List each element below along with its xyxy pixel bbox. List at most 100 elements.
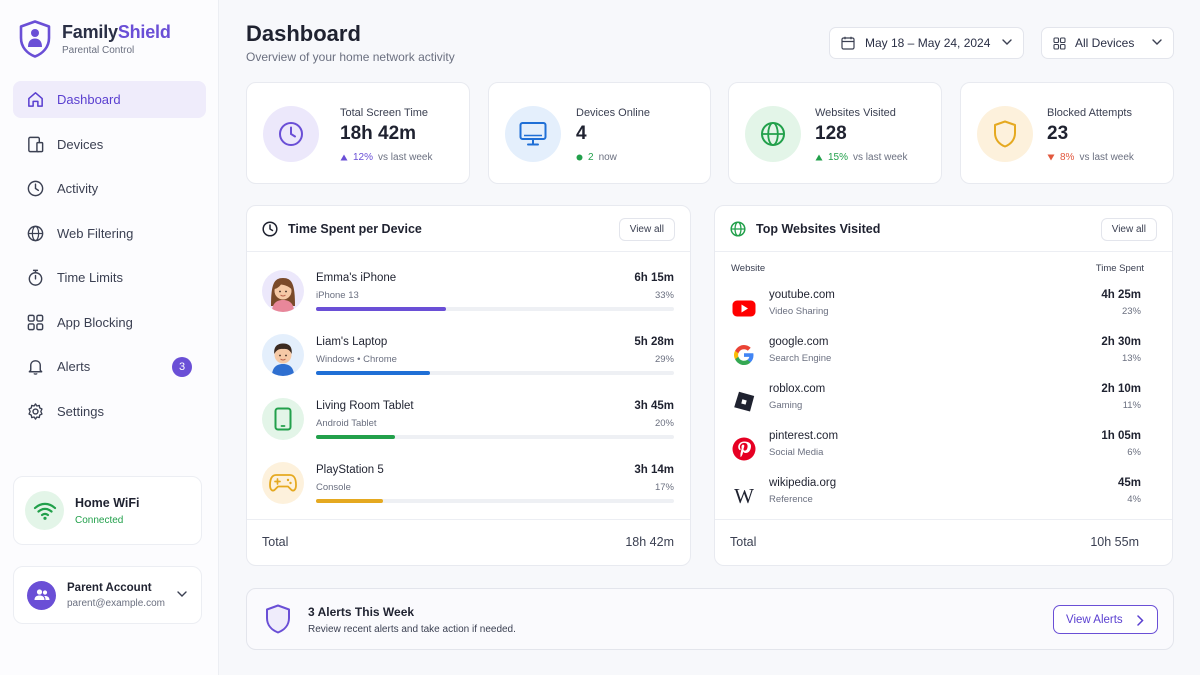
website-percent: 4% — [1127, 494, 1141, 505]
column-header-website: Website — [731, 263, 766, 274]
usage-bar-fill — [316, 435, 395, 439]
roblox-icon — [731, 389, 757, 415]
sidebar-item-settings[interactable]: Settings — [13, 393, 206, 430]
device-row[interactable]: Liam's Laptop Windows • Chrome 5h 28m 29… — [262, 326, 674, 382]
device-row[interactable]: PlayStation 5 Console 3h 14m 17% — [262, 454, 674, 510]
clock-icon — [263, 106, 319, 162]
date-range-value: May 18 – May 24, 2024 — [865, 36, 991, 50]
stat-card-devices-online[interactable]: Devices Online 4 2 now — [488, 82, 711, 184]
alerts-count-badge: 3 — [172, 357, 192, 377]
brand-name: FamilyShield — [62, 22, 171, 42]
device-time: 6h 15m — [634, 272, 674, 284]
website-time: 45m — [1117, 477, 1141, 489]
device-time: 5h 28m — [634, 336, 674, 348]
alerts-subtitle: Review recent alerts and take action if … — [308, 624, 516, 635]
globe-icon — [745, 106, 801, 162]
website-row[interactable]: google.com Search Engine 2h 30m 13% — [731, 336, 1141, 380]
website-category: Reference — [769, 494, 813, 505]
total-value: 18h 42m — [625, 535, 674, 549]
device-type: Console — [316, 482, 351, 493]
wikipedia-icon: W — [734, 483, 754, 508]
alerts-title: 3 Alerts This Week — [308, 605, 415, 619]
view-all-devices-button[interactable]: View all — [618, 218, 675, 241]
home-icon — [28, 92, 43, 107]
account-name: Parent Account — [67, 581, 152, 594]
stat-label: Blocked Attempts — [1047, 107, 1132, 119]
usage-bar — [316, 371, 674, 375]
website-row[interactable]: W wikipedia.org Reference 45m 4% — [731, 477, 1141, 521]
wifi-icon — [25, 491, 64, 530]
stat-label: Devices Online — [576, 107, 650, 119]
stat-value: 128 — [815, 123, 847, 144]
sidebar-item-devices[interactable]: Devices — [13, 126, 206, 163]
stat-card-blocked[interactable]: Blocked Attempts 23 8% vs last week — [960, 82, 1174, 184]
girl-avatar-icon — [262, 270, 304, 312]
clock-icon — [262, 220, 278, 237]
network-status: Connected — [75, 514, 124, 526]
globe-icon — [730, 220, 746, 237]
youtube-icon — [731, 295, 757, 321]
website-row[interactable]: youtube.com Video Sharing 4h 25m 23% — [731, 289, 1141, 333]
sidebar-item-alerts[interactable]: Alerts 3 — [13, 348, 206, 385]
usage-bar-fill — [316, 371, 431, 375]
website-percent: 11% — [1122, 400, 1141, 411]
top-websites-panel: Top Websites Visited View all Website Ti… — [714, 205, 1173, 566]
sidebar: FamilyShield Parental Control Dashboard … — [0, 0, 219, 675]
sidebar-item-dashboard[interactable]: Dashboard — [13, 81, 206, 118]
network-status-card[interactable]: Home WiFi Connected — [13, 476, 202, 545]
website-row[interactable]: roblox.com Gaming 2h 10m 11% — [731, 383, 1141, 427]
device-row[interactable]: Living Room Tablet Android Tablet 3h 45m… — [262, 390, 674, 446]
alerts-summary-bar: 3 Alerts This Week Review recent alerts … — [246, 588, 1174, 650]
device-percent: 17% — [654, 482, 674, 493]
view-all-websites-button[interactable]: View all — [1100, 218, 1157, 241]
gear-icon — [28, 402, 43, 420]
total-label: Total — [262, 535, 289, 549]
sidebar-item-app-blocking[interactable]: App Blocking — [13, 304, 206, 341]
device-name: PlayStation 5 — [316, 464, 384, 476]
monitor-icon — [505, 106, 561, 162]
brand-subtitle: Parental Control — [62, 45, 135, 56]
devices-icon — [28, 136, 44, 152]
date-range-picker[interactable]: May 18 – May 24, 2024 — [829, 27, 1024, 59]
google-icon — [731, 342, 757, 368]
sidebar-item-label: App Blocking — [57, 314, 133, 330]
sidebar-item-label: Time Limits — [57, 270, 123, 285]
panel-title: Time Spent per Device — [288, 221, 422, 236]
stat-label: Websites Visited — [815, 107, 896, 119]
usage-bar — [316, 435, 674, 439]
sidebar-item-label: Web Filtering — [57, 225, 134, 241]
account-email: parent@example.com — [67, 597, 165, 609]
gamepad-icon — [262, 462, 304, 504]
website-time: 4h 25m — [1101, 289, 1141, 301]
stat-card-websites[interactable]: Websites Visited 128 15% vs last week — [728, 82, 942, 184]
brand[interactable]: FamilyShield Parental Control — [18, 20, 171, 58]
pinterest-icon — [731, 436, 757, 462]
sidebar-item-label: Dashboard — [57, 92, 121, 107]
device-row[interactable]: Emma's iPhone iPhone 13 6h 15m 33% — [262, 262, 674, 318]
usage-bar — [316, 499, 674, 503]
stat-delta-text: vs last week — [853, 152, 908, 163]
sidebar-item-time-limits[interactable]: Time Limits — [13, 259, 206, 296]
stat-card-screen-time[interactable]: Total Screen Time 18h 42m 12% vs last we… — [246, 82, 470, 184]
total-label: Total — [730, 535, 757, 549]
account-menu[interactable]: Parent Account parent@example.com — [13, 566, 202, 624]
total-value: 10h 55m — [1090, 535, 1139, 549]
device-name: Emma's iPhone — [316, 272, 397, 284]
stat-delta-text: now — [598, 152, 617, 163]
arrow-down-icon — [1047, 154, 1055, 161]
page-title: Dashboard — [246, 21, 361, 46]
sidebar-item-activity[interactable]: Activity — [13, 170, 206, 207]
chevron-down-icon — [1152, 39, 1162, 45]
website-category: Social Media — [769, 447, 824, 458]
device-type: Windows • Chrome — [316, 354, 397, 365]
devices-grid-icon — [1053, 36, 1066, 50]
view-alerts-button[interactable]: View Alerts — [1053, 605, 1158, 634]
sidebar-item-web-filtering[interactable]: Web Filtering — [13, 215, 206, 252]
chevron-right-icon — [1137, 615, 1144, 626]
stopwatch-icon — [28, 269, 43, 286]
stat-delta: 15% vs last week — [815, 152, 907, 163]
device-name: Liam's Laptop — [316, 336, 388, 348]
device-filter-select[interactable]: All Devices — [1041, 27, 1174, 59]
website-time: 2h 30m — [1101, 336, 1141, 348]
website-row[interactable]: pinterest.com Social Media 1h 05m 6% — [731, 430, 1141, 474]
